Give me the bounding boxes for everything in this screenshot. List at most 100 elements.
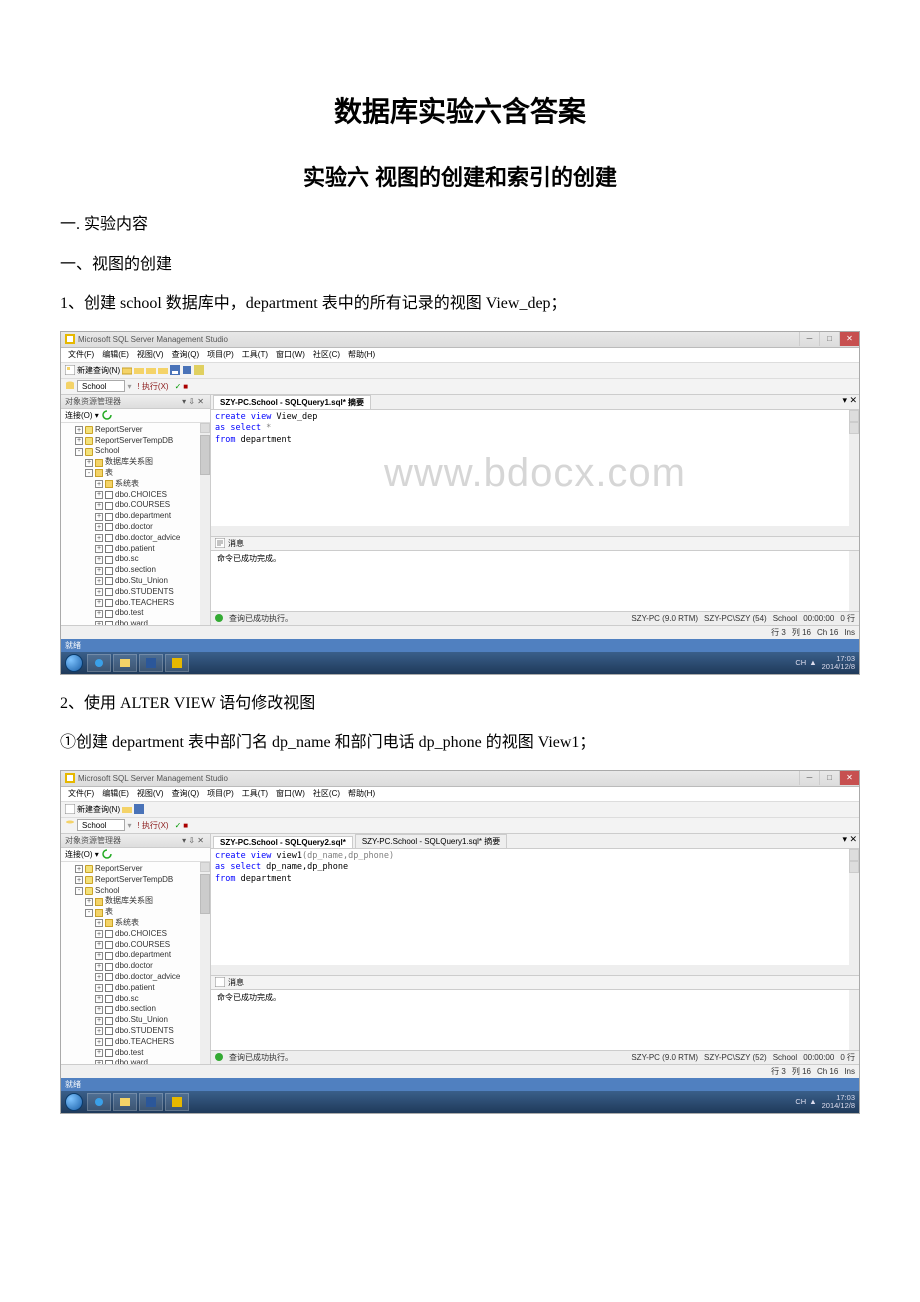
tray-clock[interactable]: 17:03 2014/12/8 [820, 1094, 857, 1109]
tree-node[interactable]: -School [65, 446, 210, 457]
tree-node[interactable]: -表 [65, 907, 210, 918]
tree-node[interactable]: +系统表 [65, 479, 210, 490]
tree-node[interactable]: +dbo.CHOICES [65, 490, 210, 501]
menu-community[interactable]: 社区(C) [310, 349, 343, 360]
folder2-icon[interactable] [146, 365, 156, 375]
start-button[interactable] [65, 1093, 83, 1111]
tree-node[interactable]: +dbo.ward [65, 1058, 210, 1064]
tree-scrollbar[interactable] [200, 862, 210, 1064]
folder-icon[interactable] [134, 365, 144, 375]
messages-scroll[interactable] [849, 990, 859, 1050]
window-titlebar[interactable]: Microsoft SQL Server Management Studio ─… [61, 771, 859, 787]
object-tree[interactable]: +ReportServer+ReportServerTempDB-School +… [61, 862, 210, 1064]
execute-button[interactable]: ! 执行(X) [133, 820, 172, 831]
tab-query1[interactable]: SZY-PC.School - SQLQuery1.sql* 摘要 [213, 395, 371, 409]
menu-view[interactable]: 视图(V) [134, 349, 167, 360]
open-icon[interactable] [122, 365, 132, 375]
tree-node[interactable]: +dbo.COURSES [65, 500, 210, 511]
tree-node[interactable]: +dbo.test [65, 608, 210, 619]
tree-node[interactable]: +dbo.Stu_Union [65, 1015, 210, 1026]
execute-button[interactable]: ! 执行(X) [133, 381, 172, 392]
tray-net-icon[interactable]: ▲ [809, 658, 816, 667]
messages-tab[interactable]: 消息 [228, 538, 244, 549]
sql-editor[interactable]: create view View_dep as select * from de… [211, 410, 859, 537]
tree-node[interactable]: +ReportServerTempDB [65, 875, 210, 886]
tree-node[interactable]: +系统表 [65, 918, 210, 929]
tree-node[interactable]: +dbo.patient [65, 983, 210, 994]
maximize-button[interactable]: □ [819, 332, 839, 346]
tree-node[interactable]: +dbo.sc [65, 994, 210, 1005]
new-query-button[interactable]: 新建查询(N) [77, 365, 120, 376]
tray-net-icon[interactable]: ▲ [809, 1097, 816, 1106]
menu-edit[interactable]: 编辑(E) [99, 788, 132, 799]
database-selector[interactable]: School [77, 819, 125, 831]
tree-scrollbar[interactable] [200, 423, 210, 625]
tree-node[interactable]: +dbo.doctor [65, 961, 210, 972]
menu-edit[interactable]: 编辑(E) [99, 349, 132, 360]
menu-help[interactable]: 帮助(H) [345, 788, 378, 799]
tab-query1[interactable]: SZY-PC.School - SQLQuery1.sql* 摘要 [355, 834, 507, 848]
tray-lang[interactable]: CH [795, 658, 806, 667]
menu-tools[interactable]: 工具(T) [239, 788, 271, 799]
menu-file[interactable]: 文件(F) [65, 349, 97, 360]
tree-node[interactable]: +dbo.TEACHERS [65, 1037, 210, 1048]
menu-query[interactable]: 查询(Q) [169, 349, 203, 360]
tree-node[interactable]: -School [65, 886, 210, 897]
sidebar-pin-icon[interactable]: ▾ ⇩ ✕ [180, 397, 206, 406]
menu-query[interactable]: 查询(Q) [169, 788, 203, 799]
save-icon[interactable] [170, 365, 180, 375]
tray-clock[interactable]: 17:03 2014/12/8 [820, 655, 857, 670]
editor-hscroll[interactable] [211, 526, 849, 536]
tab-close-icon[interactable]: ▾ ✕ [842, 834, 857, 845]
toolbar-stop-icon[interactable]: ■ [183, 382, 188, 391]
task-explorer[interactable] [113, 654, 137, 672]
task-ie[interactable] [87, 654, 111, 672]
editor-vscroll[interactable] [849, 849, 859, 975]
messages-scroll[interactable] [849, 551, 859, 611]
tree-node[interactable]: +dbo.section [65, 1004, 210, 1015]
menu-community[interactable]: 社区(C) [310, 788, 343, 799]
tree-node[interactable]: +dbo.doctor_advice [65, 533, 210, 544]
tree-node[interactable]: +dbo.Stu_Union [65, 576, 210, 587]
saveall-icon[interactable] [182, 365, 192, 375]
menu-view[interactable]: 视图(V) [134, 788, 167, 799]
minimize-button[interactable]: ─ [799, 332, 819, 346]
toolbar-check-icon[interactable]: ✓ [175, 821, 182, 830]
sql-editor[interactable]: create view view1(dp_name,dp_phone) as s… [211, 849, 859, 976]
tree-node[interactable]: +dbo.TEACHERS [65, 598, 210, 609]
save-icon[interactable] [134, 804, 144, 814]
tree-node[interactable]: +dbo.department [65, 511, 210, 522]
task-ie[interactable] [87, 1093, 111, 1111]
toolbar-check-icon[interactable]: ✓ [175, 382, 182, 391]
task-word[interactable] [139, 1093, 163, 1111]
new-query-icon[interactable] [65, 365, 75, 375]
database-selector[interactable]: School [77, 380, 125, 392]
new-query-button[interactable]: 新建查询(N) [77, 804, 120, 815]
tree-node[interactable]: +dbo.section [65, 565, 210, 576]
close-button[interactable]: ✕ [839, 771, 859, 785]
system-tray[interactable]: CH ▲ 17:03 2014/12/8 [795, 652, 857, 674]
start-button[interactable] [65, 654, 83, 672]
system-tray[interactable]: CH ▲ 17:03 2014/12/8 [795, 1091, 857, 1113]
task-ssms[interactable] [165, 654, 189, 672]
sidebar-pin-icon[interactable]: ▾ ⇩ ✕ [180, 836, 206, 845]
tree-node[interactable]: +ReportServer [65, 864, 210, 875]
window-titlebar[interactable]: Microsoft SQL Server Management Studio ─… [61, 332, 859, 348]
tree-node[interactable]: +dbo.doctor_advice [65, 972, 210, 983]
object-tree[interactable]: +ReportServer+ReportServerTempDB-School+… [61, 423, 210, 625]
menu-project[interactable]: 项目(P) [204, 349, 237, 360]
tab-query2[interactable]: SZY-PC.School - SQLQuery2.sql* [213, 836, 353, 848]
editor-vscroll[interactable] [849, 410, 859, 536]
connect-button[interactable]: 连接(O) ▾ [65, 410, 99, 421]
close-button[interactable]: ✕ [839, 332, 859, 346]
minimize-button[interactable]: ─ [799, 771, 819, 785]
tree-node[interactable]: +ReportServerTempDB [65, 436, 210, 447]
folder3-icon[interactable] [158, 365, 168, 375]
menu-file[interactable]: 文件(F) [65, 788, 97, 799]
new-query-icon[interactable] [65, 804, 75, 814]
tree-node[interactable]: +dbo.COURSES [65, 940, 210, 951]
task-word[interactable] [139, 654, 163, 672]
tray-lang[interactable]: CH [795, 1097, 806, 1106]
menu-window[interactable]: 窗口(W) [273, 349, 308, 360]
tree-node[interactable]: +数据库关系图 [65, 457, 210, 468]
